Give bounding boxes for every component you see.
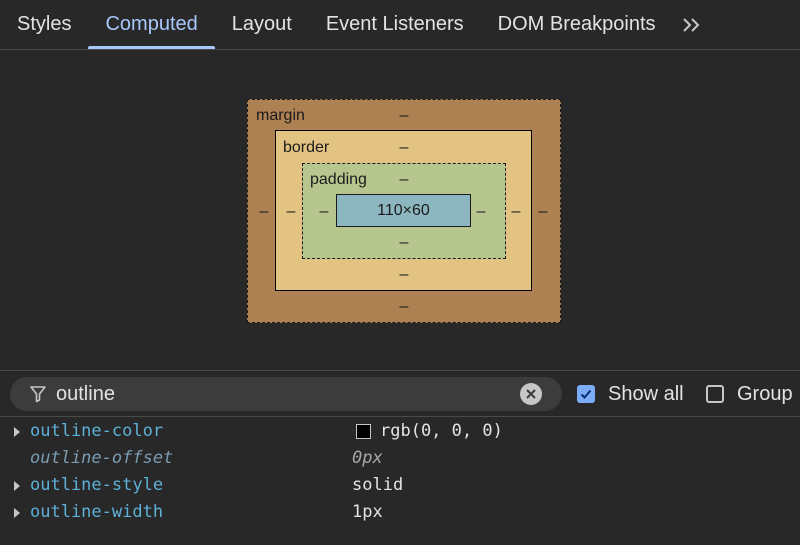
computed-properties-list: outline-color rgb(0, 0, 0) outline-offse… [0,418,800,545]
double-chevron-right-icon[interactable] [673,0,715,49]
property-value: 0px [352,448,383,468]
margin-top-value[interactable]: – [397,108,411,124]
margin-right-value[interactable]: – [536,204,550,220]
filter-input[interactable] [56,377,496,411]
tab-dom-breakpoints[interactable]: DOM Breakpoints [481,0,673,49]
box-model-diagram: 110×60 margin border padding – – – – – –… [0,51,800,371]
tab-layout[interactable]: Layout [215,0,309,49]
group-checkbox[interactable] [706,385,724,403]
border-right-value[interactable]: – [509,204,523,220]
padding-left-value[interactable]: – [317,204,331,220]
show-all-toggle[interactable]: Show all [577,371,684,417]
tab-styles[interactable]: Styles [0,0,88,49]
margin-label: margin [256,107,305,124]
padding-bottom-value[interactable]: – [397,235,411,251]
property-value: solid [352,475,404,495]
tab-event-listeners[interactable]: Event Listeners [309,0,481,49]
clear-icon[interactable] [520,383,542,405]
property-name: outline-width [30,502,164,522]
property-name: outline-style [30,475,164,495]
tab-computed[interactable]: Computed [88,0,216,49]
expand-arrow-icon[interactable] [14,427,20,437]
panel-tabbar: Styles Computed Layout Event Listeners D… [0,0,800,50]
property-name: outline-color [30,421,164,441]
property-value: 1px [352,502,383,522]
show-all-label: Show all [608,382,684,405]
padding-right-value[interactable]: – [474,204,488,220]
border-left-value[interactable]: – [284,204,298,220]
margin-bottom-value[interactable]: – [397,299,411,315]
property-row[interactable]: outline-color rgb(0, 0, 0) [0,418,800,445]
padding-label: padding [310,171,367,188]
filter-toolbar: Show all Group [0,371,800,417]
show-all-checkbox[interactable] [577,385,595,403]
property-row[interactable]: outline-width 1px [0,499,800,526]
expand-arrow-icon[interactable] [14,508,20,518]
group-toggle[interactable]: Group [706,371,793,417]
property-value: rgb(0, 0, 0) [380,421,503,441]
group-label: Group [737,382,793,405]
expand-arrow-icon[interactable] [14,481,20,491]
property-row[interactable]: outline-style solid [0,472,800,499]
filter-box[interactable] [10,377,562,411]
content-size: 110×60 [377,201,430,219]
filter-icon [30,386,46,403]
property-name: outline-offset [30,448,174,468]
margin-left-value[interactable]: – [257,204,271,220]
border-top-value[interactable]: – [397,140,411,156]
property-row[interactable]: outline-offset 0px [0,445,800,472]
color-swatch[interactable] [356,424,371,439]
box-model-content[interactable]: 110×60 [336,194,471,227]
padding-top-value[interactable]: – [397,172,411,188]
border-label: border [283,139,330,156]
border-bottom-value[interactable]: – [397,267,411,283]
